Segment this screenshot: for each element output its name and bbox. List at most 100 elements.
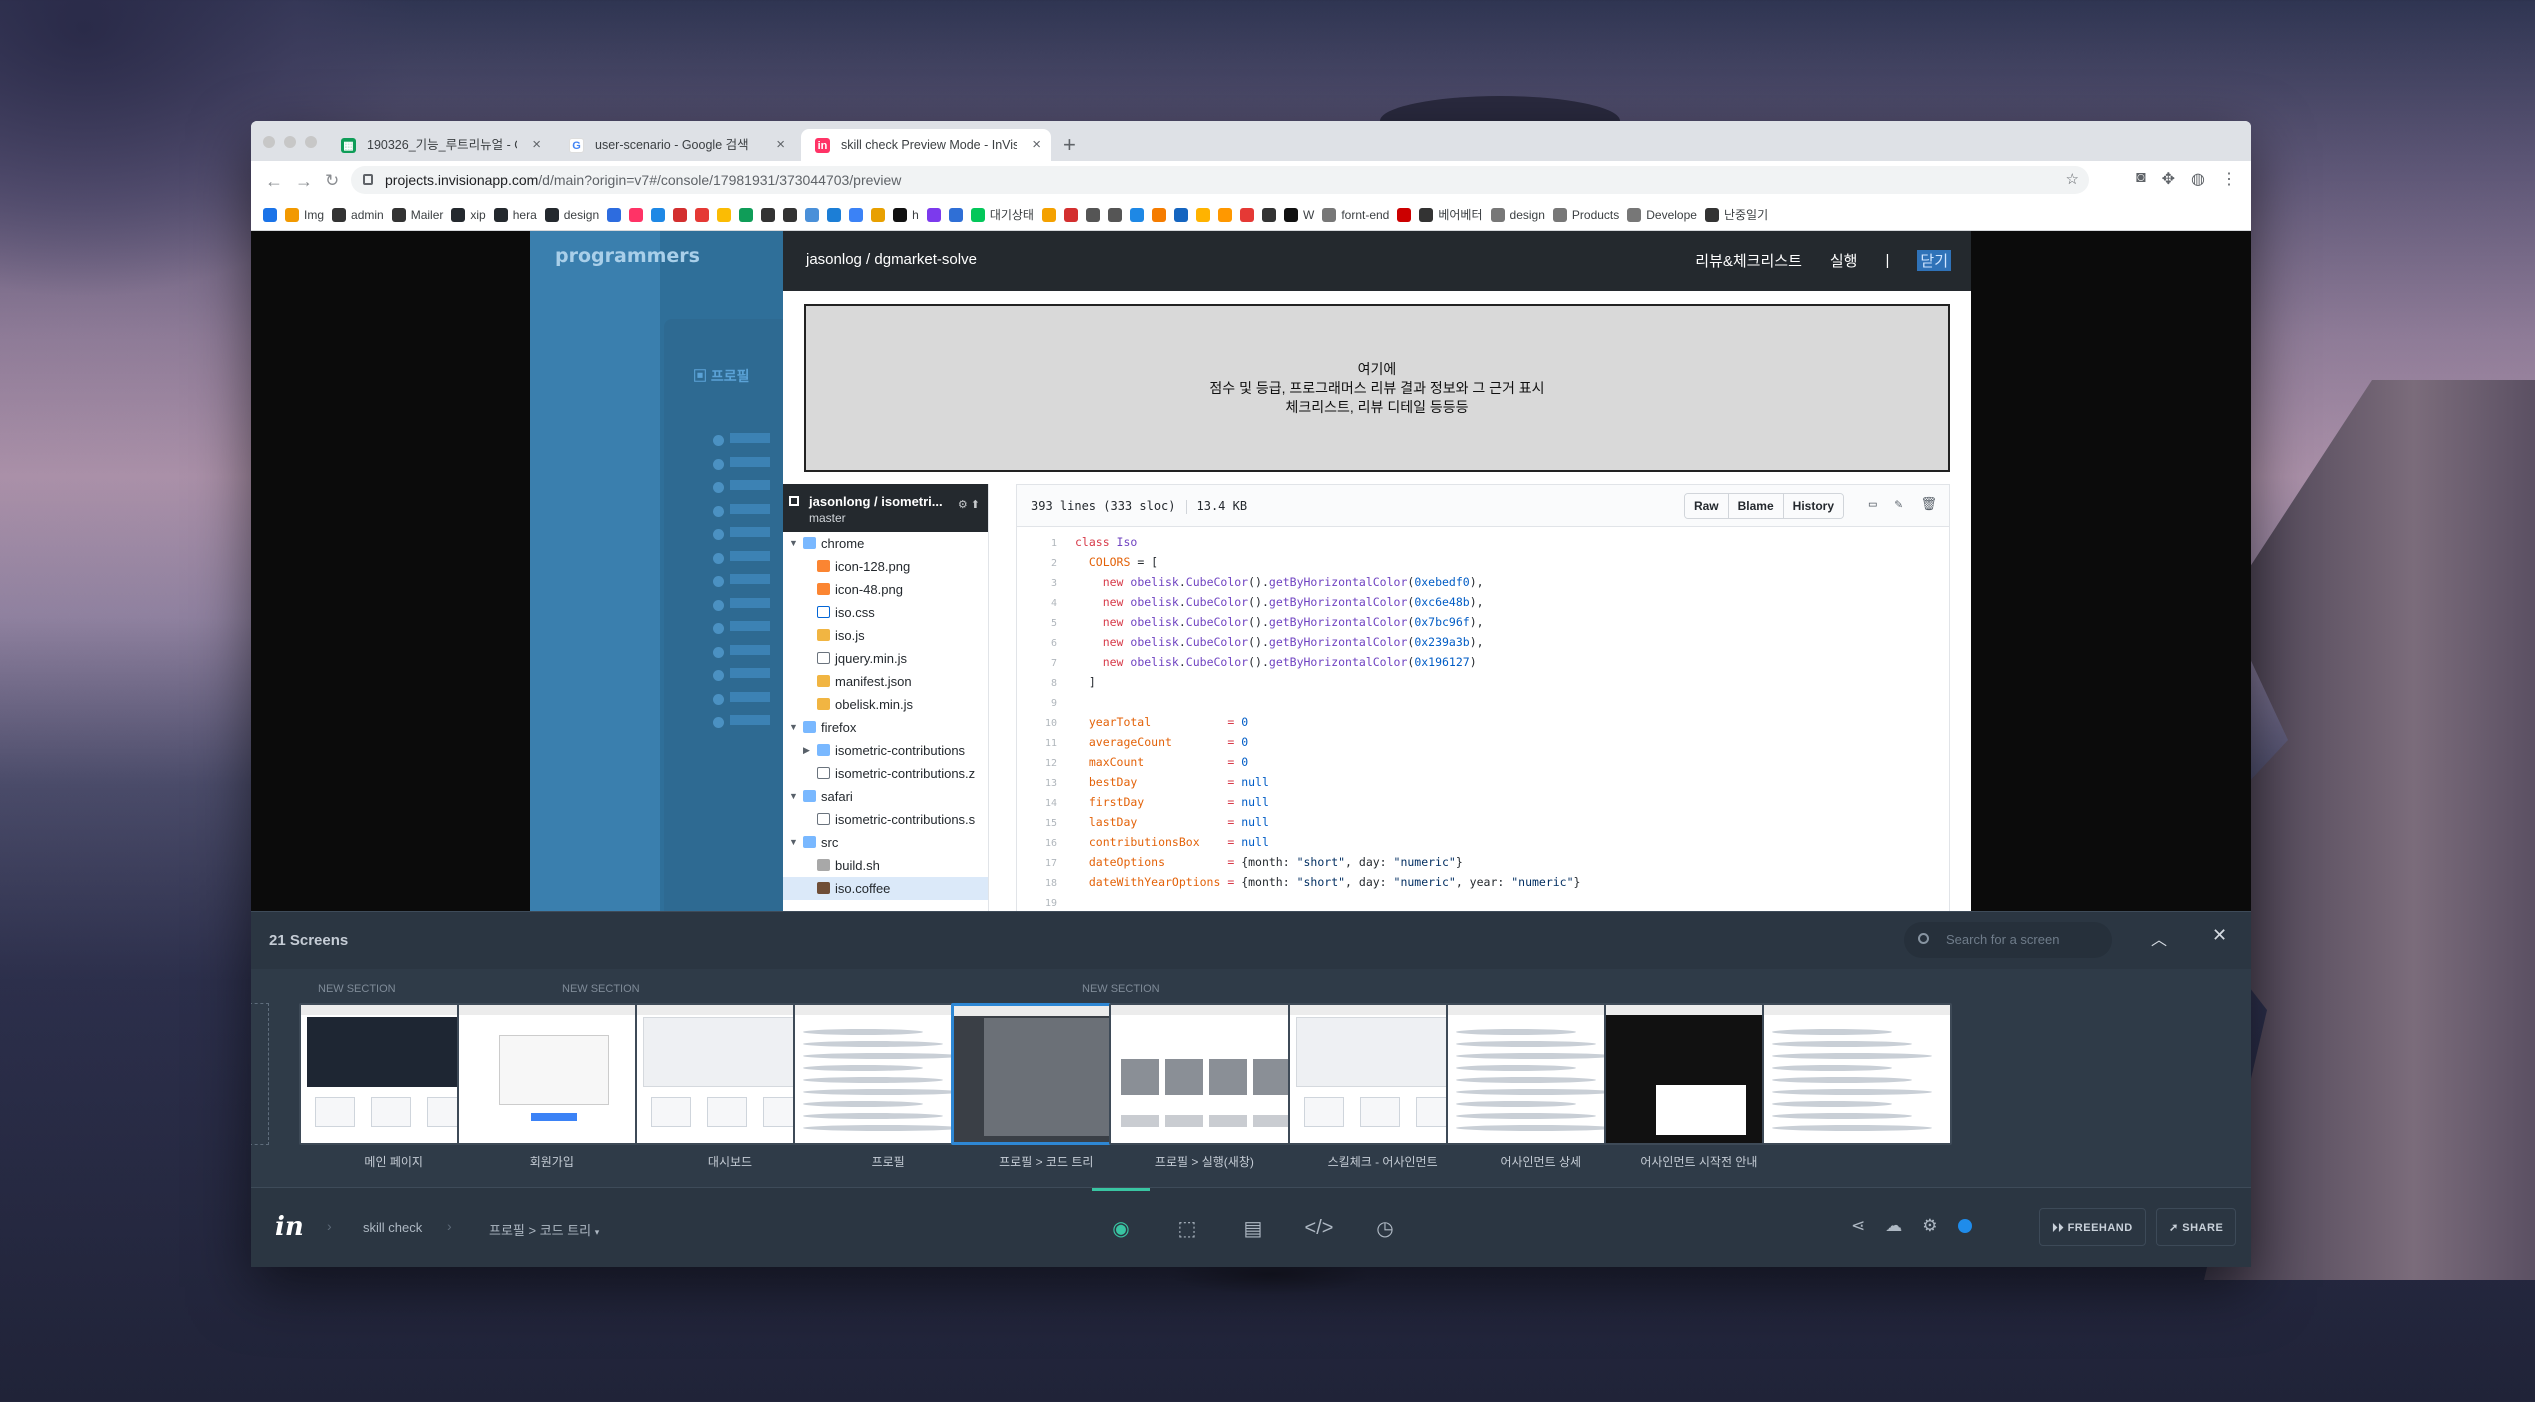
desktop-icon[interactable]: ▭ <box>1869 497 1877 512</box>
back-icon[interactable]: ← <box>265 171 283 192</box>
tree-file[interactable]: isometric-contributions.z <box>783 762 988 785</box>
address-bar[interactable]: projects.invisionapp.com/d/main?origin=v… <box>351 166 2089 194</box>
run-link[interactable]: 실행 <box>1830 250 1858 271</box>
tree-file[interactable]: manifest.json <box>783 670 988 693</box>
line-number[interactable]: 3 <box>1017 574 1057 593</box>
bookmark-item[interactable]: Img <box>285 207 324 222</box>
bookmark-item[interactable]: fornt-end <box>1322 207 1389 222</box>
close-window-button[interactable] <box>263 136 275 148</box>
tree-folder[interactable]: ▼ safari <box>783 785 988 808</box>
blame-button[interactable]: Blame <box>1727 494 1783 518</box>
bookmark-item[interactable]: design <box>1490 207 1545 222</box>
collapse-icon[interactable]: ︿ <box>2151 926 2167 950</box>
invision-logo[interactable]: in <box>275 1212 304 1242</box>
line-number[interactable]: 5 <box>1017 614 1057 633</box>
bookmark-item[interactable] <box>871 207 886 222</box>
bookmark-item[interactable]: Develope <box>1627 207 1697 222</box>
move-icon[interactable]: ✥ <box>2162 169 2175 189</box>
screen-breadcrumb[interactable]: 프로필 > 코드 트리 ▾ <box>489 1220 599 1239</box>
menu-icon[interactable]: ⋮ <box>2221 169 2237 189</box>
project-breadcrumb[interactable]: skill check <box>363 1220 422 1235</box>
line-number[interactable]: 16 <box>1017 834 1057 853</box>
build-mode-icon[interactable]: ⬚ <box>1154 1188 1220 1267</box>
line-number[interactable]: 1 <box>1017 534 1057 553</box>
screen-thumbnail[interactable]: 회원가입 <box>456 1003 647 1170</box>
chevron-down-icon[interactable]: ▼ <box>789 532 798 555</box>
line-number[interactable]: 18 <box>1017 874 1057 893</box>
settings-pin-icon[interactable]: ⚙ ⬆ <box>958 498 980 511</box>
line-number[interactable]: 7 <box>1017 654 1057 673</box>
bookmark-item[interactable] <box>783 207 798 222</box>
line-number[interactable]: 4 <box>1017 594 1057 613</box>
settings-gear-icon[interactable]: ⚙ <box>1922 1216 1937 1236</box>
browser-tab-invision[interactable]: in skill check Preview Mode - InVision × <box>801 129 1051 161</box>
bookmark-item[interactable] <box>607 207 622 222</box>
chevron-right-icon[interactable]: ▶ <box>803 739 810 762</box>
tree-file[interactable]: iso.css <box>783 601 988 624</box>
bookmark-item[interactable] <box>1129 207 1144 222</box>
line-number[interactable]: 11 <box>1017 734 1057 753</box>
bookmark-item[interactable] <box>1063 207 1078 222</box>
history-button[interactable]: History <box>1782 494 1843 518</box>
bookmark-star-icon[interactable]: ☆ <box>2066 166 2079 194</box>
tree-file[interactable]: icon-48.png <box>783 578 988 601</box>
tree-folder[interactable]: ▼ src <box>783 831 988 854</box>
maximize-window-button[interactable] <box>305 136 317 148</box>
bookmark-item[interactable] <box>739 207 754 222</box>
forward-icon[interactable]: → <box>295 171 313 192</box>
line-number[interactable]: 12 <box>1017 754 1057 773</box>
bookmark-item[interactable] <box>1107 207 1122 222</box>
bookmark-item[interactable]: admin <box>332 207 384 222</box>
chevron-down-icon[interactable]: ▼ <box>789 785 798 808</box>
bookmark-item[interactable] <box>263 207 277 222</box>
screen-preview[interactable] <box>1762 1003 1953 1145</box>
screen-thumbnail[interactable]: 프로필 > 실행(새창) <box>1109 1003 1300 1170</box>
bookmark-item[interactable] <box>651 207 666 222</box>
browser-tab-sheet[interactable]: ▦ 190326_기능_루트리뉴얼 - Google × <box>327 129 551 161</box>
sync-cloud-icon[interactable]: ☁ <box>1885 1216 1902 1236</box>
tree-file[interactable]: jquery.min.js <box>783 647 988 670</box>
comment-mode-icon[interactable]: ▤ <box>1220 1188 1286 1267</box>
bookmark-item[interactable]: Mailer <box>391 207 443 222</box>
bookmark-item[interactable]: 베어베터 <box>1419 206 1483 223</box>
new-tab-icon[interactable]: + <box>1063 129 1076 161</box>
close-tab-icon[interactable]: × <box>532 129 541 161</box>
reload-icon[interactable]: ↻ <box>325 171 339 191</box>
screen-preview[interactable] <box>1109 1003 1300 1145</box>
bookmark-item[interactable] <box>926 207 941 222</box>
bookmark-item[interactable]: h <box>893 207 919 222</box>
bookmark-item[interactable] <box>629 207 644 222</box>
chevron-down-icon[interactable]: ▼ <box>789 831 798 854</box>
screen-preview[interactable] <box>456 1003 647 1145</box>
tree-folder[interactable]: ▶ isometric-contributions <box>783 739 988 762</box>
bookmark-item[interactable] <box>1261 207 1276 222</box>
bookmark-item[interactable] <box>1173 207 1188 222</box>
line-number[interactable]: 8 <box>1017 674 1057 693</box>
bookmark-item[interactable] <box>1085 207 1100 222</box>
bookmark-item[interactable]: 난중일기 <box>1704 206 1768 223</box>
bookmark-item[interactable] <box>1195 207 1210 222</box>
camera-icon[interactable]: ◙ <box>2136 169 2146 189</box>
line-number[interactable]: 2 <box>1017 554 1057 573</box>
tree-file[interactable]: obelisk.min.js <box>783 693 988 716</box>
bookmark-item[interactable] <box>948 207 963 222</box>
line-number[interactable]: 13 <box>1017 774 1057 793</box>
bookmark-item[interactable]: W <box>1283 207 1314 222</box>
bookmark-item[interactable] <box>849 207 864 222</box>
bookmark-item[interactable]: hera <box>493 207 537 222</box>
close-icon[interactable]: ✕ <box>2212 925 2227 946</box>
tree-folder[interactable]: ▼ firefox <box>783 716 988 739</box>
bookmark-item[interactable] <box>761 207 776 222</box>
inspect-mode-icon[interactable]: </> <box>1286 1188 1352 1267</box>
line-number[interactable]: 14 <box>1017 794 1057 813</box>
trash-icon[interactable]: 🗑 <box>1920 497 1937 512</box>
close-link[interactable]: 닫기 <box>1917 250 1951 271</box>
browser-tab-google[interactable]: G user-scenario - Google 검색 × <box>555 129 795 161</box>
bookmark-item[interactable] <box>717 207 732 222</box>
bookmark-item[interactable] <box>1217 207 1232 222</box>
profile-icon[interactable]: ◍ <box>2191 169 2205 189</box>
line-number[interactable]: 17 <box>1017 854 1057 873</box>
bookmark-item[interactable]: Products <box>1552 207 1619 222</box>
bookmark-item[interactable]: xip <box>451 207 486 222</box>
pencil-icon[interactable]: ✎ <box>1895 497 1903 512</box>
